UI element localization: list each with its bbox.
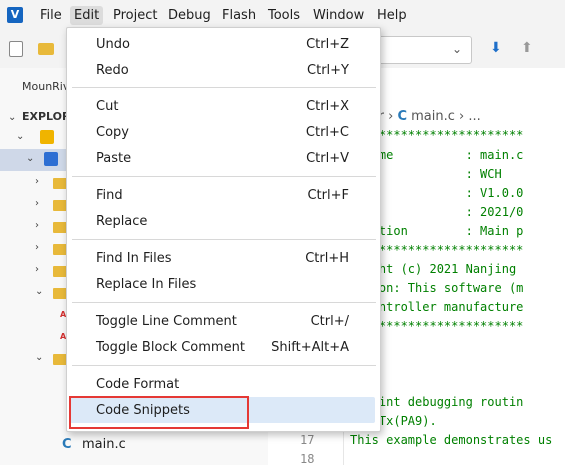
folder-icon	[53, 288, 67, 299]
chevron-right-icon[interactable]: ›	[35, 220, 39, 231]
folder-icon	[53, 266, 67, 277]
menu-item-copy[interactable]: Copy	[96, 125, 129, 140]
chevron-down-icon[interactable]: ⌄	[35, 352, 43, 363]
menu-file[interactable]: File	[40, 8, 62, 23]
menu-tools[interactable]: Tools	[268, 8, 300, 23]
chevron-down-icon[interactable]: ⌄	[452, 42, 462, 56]
c-file-icon: C	[397, 109, 407, 124]
project-icon	[40, 130, 54, 144]
chevron-down-icon[interactable]: ⌄	[35, 286, 43, 297]
shortcut-find: Ctrl+F	[307, 188, 349, 203]
annotation-highlight-box	[69, 396, 249, 429]
menu-separator	[72, 87, 376, 88]
menu-item-code-format[interactable]: Code Format	[96, 377, 179, 392]
menu-separator	[72, 176, 376, 177]
breadcrumb-file[interactable]: main.c	[411, 109, 455, 124]
chevron-down-icon[interactable]: ⌄	[16, 131, 24, 142]
shortcut-redo: Ctrl+Y	[307, 63, 349, 78]
explorer-title: EXPLOR	[22, 110, 71, 123]
shortcut-copy: Ctrl+C	[305, 125, 349, 140]
menu-item-toggle-block-comment[interactable]: Toggle Block Comment	[96, 340, 245, 355]
chevron-right-icon[interactable]: ›	[35, 176, 39, 187]
menu-item-replace[interactable]: Replace	[96, 214, 147, 229]
menu-item-cut[interactable]: Cut	[96, 99, 118, 114]
menu-item-undo[interactable]: Undo	[96, 37, 130, 52]
menu-item-toggle-line-comment[interactable]: Toggle Line Comment	[96, 314, 237, 329]
project-file-icon	[44, 152, 58, 166]
menu-separator	[72, 302, 376, 303]
line-number: 18	[300, 452, 315, 466]
menu-help[interactable]: Help	[377, 8, 407, 23]
menu-edit[interactable]: Edit	[70, 6, 104, 25]
chevron-right-icon[interactable]: ›	[35, 242, 39, 253]
shortcut-find-in-files: Ctrl+H	[305, 251, 349, 266]
code-line[interactable]: This example demonstrates us	[350, 433, 552, 447]
menu-flash[interactable]: Flash	[222, 8, 256, 23]
menu-separator	[72, 365, 376, 366]
tree-item-main-c[interactable]: main.c	[82, 437, 126, 452]
folder-icon	[53, 222, 67, 233]
menu-separator	[72, 239, 376, 240]
shortcut-cut: Ctrl+X	[306, 99, 349, 114]
menu-debug[interactable]: Debug	[168, 8, 211, 23]
folder-icon	[53, 354, 67, 365]
menu-item-find-in-files[interactable]: Find In Files	[96, 251, 172, 266]
explorer-tab[interactable]: MounRiv	[22, 80, 69, 93]
menu-project[interactable]: Project	[113, 8, 157, 23]
menu-item-redo[interactable]: Redo	[96, 63, 129, 78]
folder-icon	[53, 200, 67, 211]
shortcut-toggle-block-comment: Shift+Alt+A	[271, 340, 349, 355]
shortcut-paste: Ctrl+V	[306, 151, 349, 166]
chevron-right-icon[interactable]: ›	[35, 198, 39, 209]
download-icon[interactable]: ⬇	[490, 40, 502, 56]
menu-item-replace-in-files[interactable]: Replace In Files	[96, 277, 196, 292]
menu-item-find[interactable]: Find	[96, 188, 123, 203]
menu-item-paste[interactable]: Paste	[96, 151, 131, 166]
chevron-down-icon[interactable]: ⌄	[26, 153, 34, 164]
upload-icon[interactable]: ⬆	[521, 40, 533, 56]
chevron-down-icon[interactable]: ⌄	[8, 112, 16, 123]
app-logo-icon: V	[7, 7, 23, 23]
c-file-icon: C	[62, 437, 72, 452]
shortcut-undo: Ctrl+Z	[306, 37, 349, 52]
folder-icon	[53, 178, 67, 189]
breadcrumb-tail[interactable]: › ...	[455, 109, 481, 124]
menu-window[interactable]: Window	[313, 8, 364, 23]
open-folder-icon[interactable]	[38, 43, 54, 55]
chevron-right-icon[interactable]: ›	[35, 264, 39, 275]
line-number: 17	[300, 433, 315, 447]
folder-icon	[53, 244, 67, 255]
shortcut-toggle-line-comment: Ctrl+/	[310, 314, 349, 329]
new-file-icon[interactable]	[9, 41, 23, 57]
